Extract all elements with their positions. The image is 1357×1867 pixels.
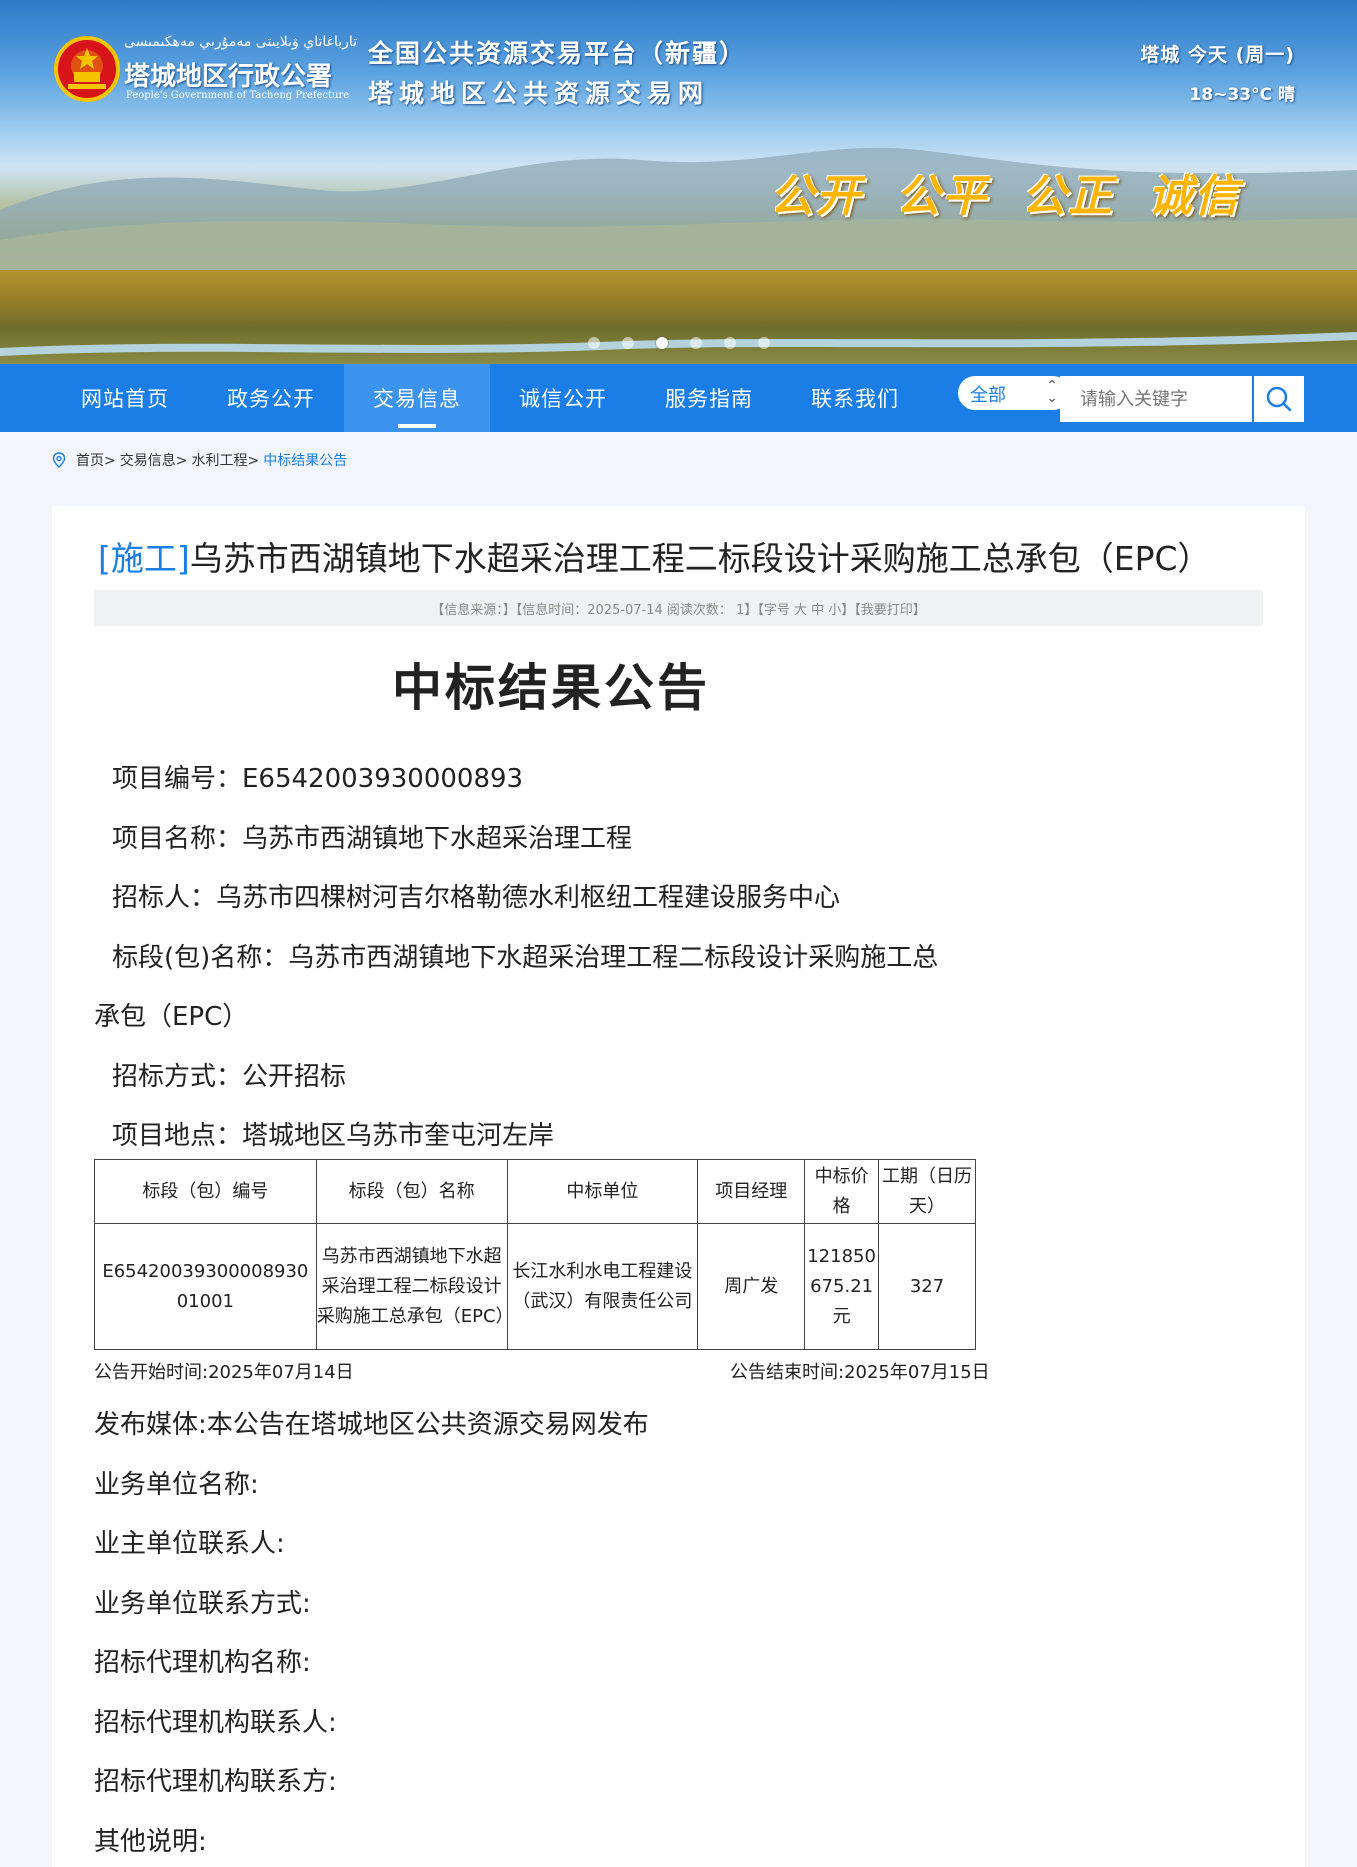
carousel-dots [588, 337, 770, 349]
article-category: [施工] [98, 539, 190, 578]
carousel-dot[interactable] [724, 337, 736, 349]
tender-method: 招标方式：公开招标 [112, 1062, 347, 1092]
gov-name[interactable]: 塔城地区行政公署 [124, 56, 332, 93]
nav-item-guide[interactable]: 服务指南 [636, 364, 782, 432]
location-pin-icon [52, 452, 66, 468]
notice-start-time: 公告开始时间:2025年07月14日 [94, 1362, 354, 1383]
slogan-word: 公平 [896, 171, 988, 222]
agency-name: 招标代理机构名称: [94, 1648, 311, 1678]
table-cell-section-name: 乌苏市西湖镇地下水超采治理工程二标段设计采购施工总承包（EPC） [315, 1223, 514, 1350]
breadcrumb-current: 中标结果公告 [263, 453, 348, 469]
project-number: 项目编号：E6542003930000893 [112, 764, 524, 794]
carousel-dot[interactable] [758, 337, 770, 349]
carousel-dot[interactable] [588, 337, 600, 349]
table-cell-section-no: E6542003930000893001001 [94, 1223, 317, 1350]
weather-temperature: 18~33°C 晴 [1189, 85, 1295, 105]
breadcrumb-water[interactable]: 水利工程> [191, 450, 259, 470]
breadcrumb-home[interactable]: 首页> [76, 450, 116, 470]
agency-contact: 招标代理机构联系人: [94, 1708, 337, 1738]
table-header: 标段（包）编号 [94, 1159, 317, 1224]
table-header: 工期（日历天） [878, 1159, 976, 1224]
search-icon [1266, 386, 1292, 412]
nav-item-trading[interactable]: 交易信息 [344, 364, 490, 432]
article-title-text: 乌苏市西湖镇地下水超采治理工程二标段设计采购施工总承包（EPC） [189, 539, 1211, 578]
slogan-word: 诚信 [1148, 171, 1240, 222]
project-name: 项目名称：乌苏市西湖镇地下水超采治理工程 [112, 824, 633, 854]
search-button[interactable] [1252, 376, 1304, 422]
carousel-dot[interactable] [690, 337, 702, 349]
gov-name-uyghur: تارباغاتاي ۋىلايىتى مەمۇرىي مەھكىمىسى [124, 34, 358, 50]
article-title: [施工]乌苏市西湖镇地下水超采治理工程二标段设计采购施工总承包（EPC） [98, 532, 1211, 580]
table-header: 项目经理 [697, 1159, 806, 1224]
breadcrumb: 首页> 交易信息> 水利工程> 中标结果公告 [52, 450, 347, 470]
site-title: 塔城地区公共资源交易网 [368, 79, 710, 108]
table-cell-duration: 327 [878, 1223, 976, 1350]
tenderer: 招标人：乌苏市四棵树河吉尔格勒德水利枢纽工程建设服务中心 [112, 883, 841, 913]
slogan-word: 公开 [770, 171, 862, 222]
table-header-row: 标段（包）编号 标段（包）名称 中标单位 项目经理 中标价格 工期（日历天） [94, 1159, 976, 1224]
carousel-dot[interactable] [622, 337, 634, 349]
slogan-word: 公正 [1022, 171, 1114, 222]
other-notes: 其他说明: [94, 1827, 207, 1857]
slogan: 公开 公平 公正 诚信 [770, 160, 1240, 224]
table-cell-price: 121850675.21元 [804, 1223, 880, 1350]
nav-item-credit[interactable]: 诚信公开 [490, 364, 636, 432]
business-unit-phone: 业务单位联系方式: [94, 1589, 311, 1619]
search-scope-select[interactable]: 全部 ⌃ ⌄ [958, 376, 1070, 410]
search-input[interactable] [1060, 376, 1252, 422]
table-header: 中标价格 [804, 1159, 880, 1224]
chevron-updown-icon: ⌃ ⌄ [1046, 378, 1058, 406]
header-banner: تارباغاتاي ۋىلايىتى مەمۇرىي مەھكىمىسى 塔城… [0, 0, 1357, 364]
table-row: E6542003930000893001001 乌苏市西湖镇地下水超采治理工程二… [94, 1223, 976, 1350]
award-table: 标段（包）编号 标段（包）名称 中标单位 项目经理 中标价格 工期（日历天） E… [94, 1159, 976, 1350]
table-header: 中标单位 [506, 1159, 699, 1224]
document-title: 中标结果公告 [392, 659, 710, 717]
publish-media: 发布媒体:本公告在塔城地区公共资源交易网发布 [94, 1410, 649, 1440]
nav-item-home[interactable]: 网站首页 [52, 364, 198, 432]
project-location: 项目地点：塔城地区乌苏市奎屯河左岸 [112, 1121, 555, 1151]
article-meta: 【信息来源：】【信息时间：2025-07-14 阅读次数： 1】【字号 大 中 … [94, 590, 1263, 626]
owner-contact: 业主单位联系人: [94, 1529, 285, 1559]
agency-phone: 招标代理机构联系方: [94, 1767, 337, 1797]
section-name: 标段(包)名称：乌苏市西湖镇地下水超采治理工程二标段设计采购施工总 [112, 943, 939, 973]
table-cell-manager: 周广发 [697, 1223, 806, 1350]
table-cell-winner: 长江水利水电工程建设（武汉）有限责任公司 [506, 1223, 699, 1350]
business-unit-name: 业务单位名称: [94, 1470, 259, 1500]
search-scope-value: 全部 [970, 385, 1006, 406]
nav-item-contact[interactable]: 联系我们 [782, 364, 928, 432]
section-name-cont: 承包（EPC） [94, 1002, 249, 1032]
breadcrumb-trading[interactable]: 交易信息> [120, 450, 188, 470]
table-header: 标段（包）名称 [315, 1159, 508, 1224]
carousel-dot-active[interactable] [656, 337, 668, 349]
nav-item-government[interactable]: 政务公开 [198, 364, 344, 432]
weather-today: 塔城 今天 (周一) [1140, 44, 1295, 66]
site-title-platform: 全国公共资源交易平台（新疆） [368, 39, 747, 68]
gov-name-english: People's Government of Tacheng Prefectur… [126, 90, 350, 101]
national-emblem-icon [54, 36, 120, 102]
notice-end-time: 公告结束时间:2025年07月15日 [730, 1362, 990, 1383]
